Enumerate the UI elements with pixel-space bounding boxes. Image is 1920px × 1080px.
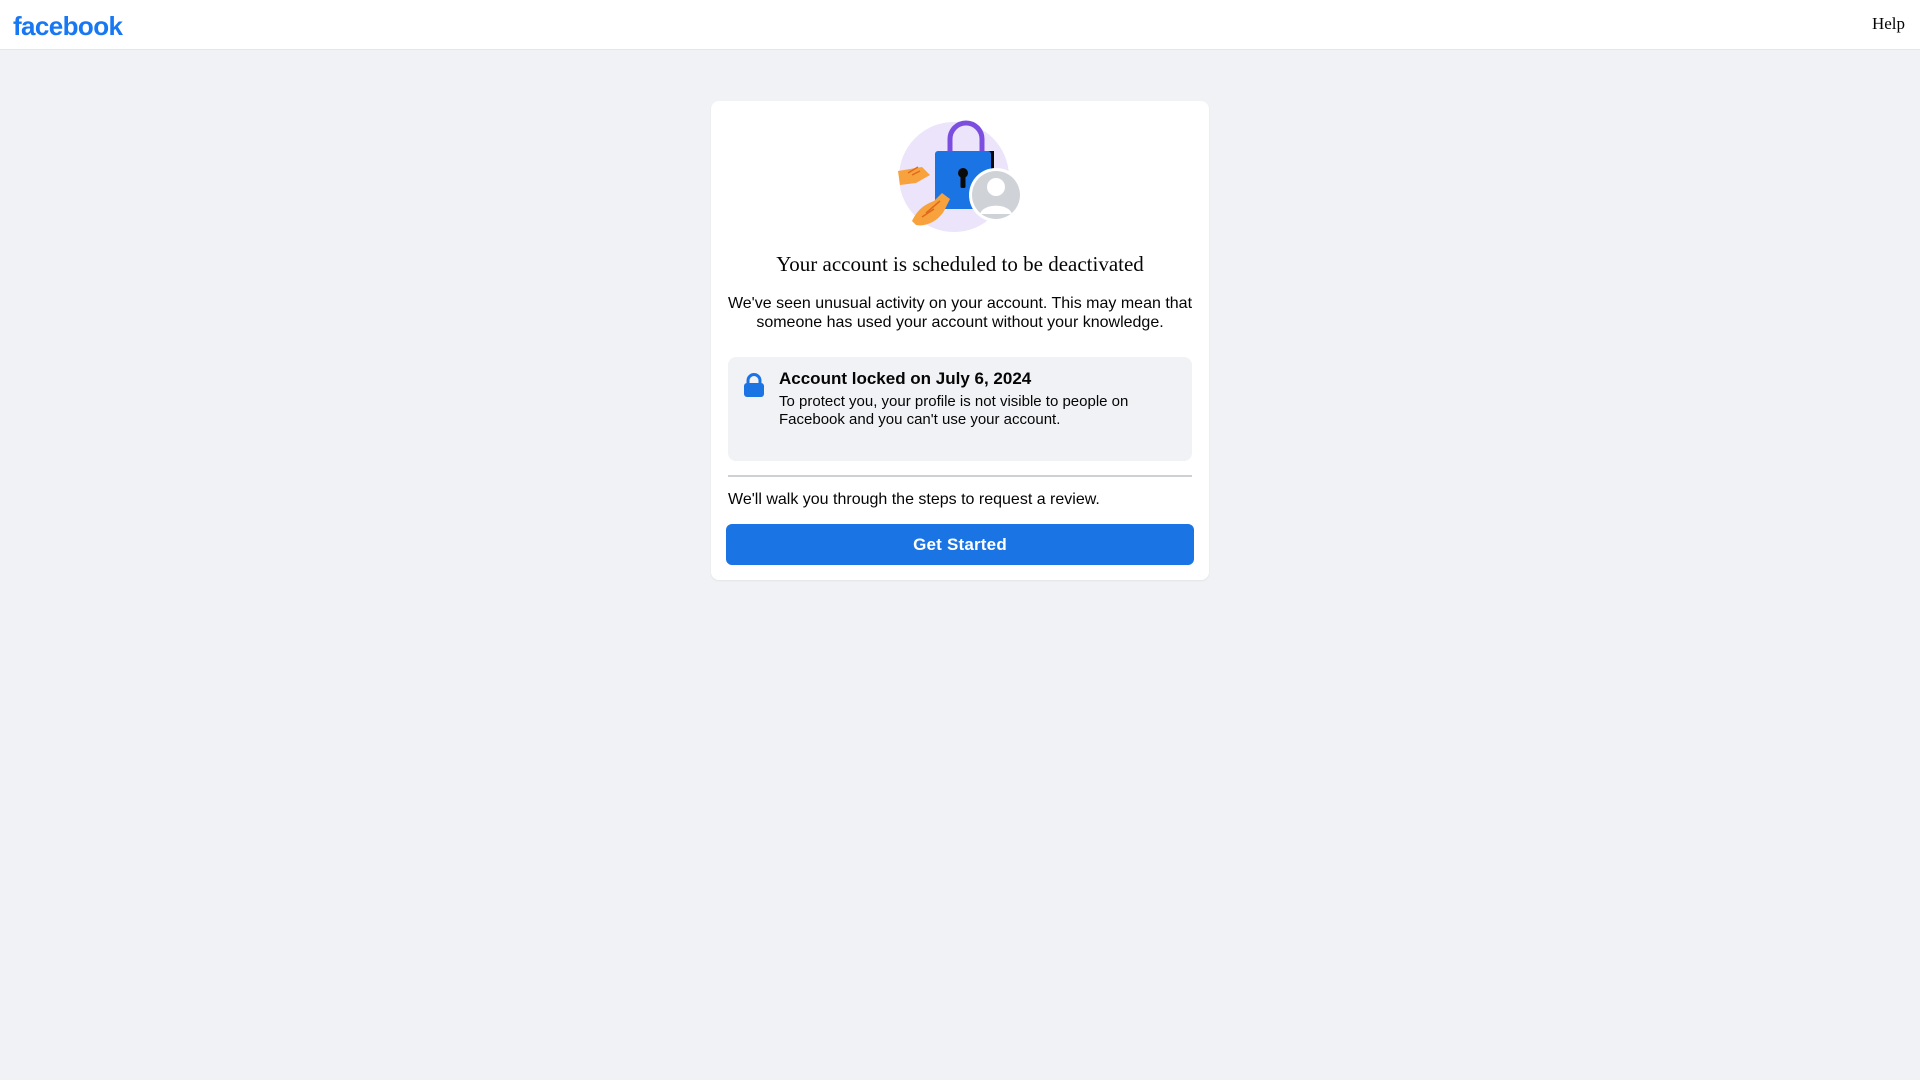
top-navigation-bar: facebook Help (0, 0, 1920, 50)
review-instructions-text: We'll walk you through the steps to requ… (728, 491, 1100, 508)
notice-body: To protect you, your profile is not visi… (779, 393, 1129, 428)
page-title: Your account is scheduled to be deactiva… (776, 252, 1144, 276)
get-started-button[interactable]: Get Started (726, 524, 1194, 565)
help-link[interactable]: Help (1872, 14, 1905, 34)
account-locked-notice: Account locked on July 6, 2024 To protec… (728, 357, 1192, 461)
divider (728, 475, 1192, 477)
account-deactivation-card: Your account is scheduled to be deactiva… (711, 101, 1209, 580)
facebook-logo[interactable]: facebook (13, 9, 123, 43)
description-text: We've seen unusual activity on your acco… (727, 295, 1193, 331)
lock-icon (744, 373, 764, 397)
padlock-illustration-icon (898, 120, 1023, 232)
notice-title: Account locked on July 6, 2024 (779, 369, 1032, 388)
